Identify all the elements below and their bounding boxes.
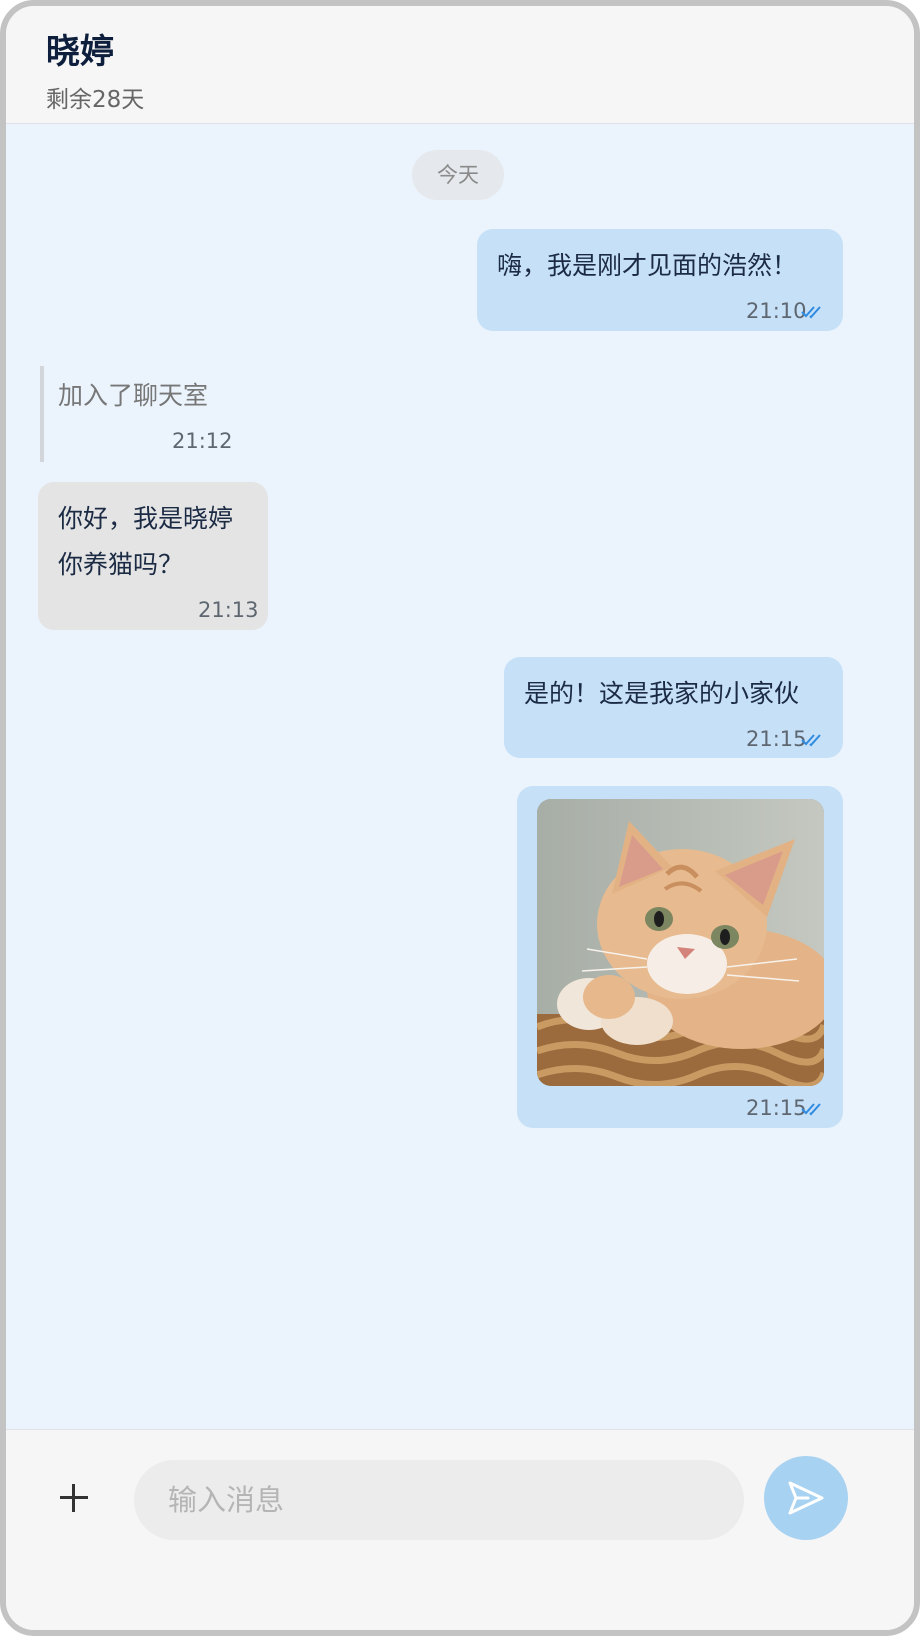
message-time: 21:10 [746, 299, 807, 323]
plus-icon[interactable] [58, 1482, 90, 1514]
outgoing-message[interactable]: 嗨，我是刚才见面的浩然！ 21:10 [477, 229, 843, 331]
message-text: 嗨，我是刚才见面的浩然！ [497, 251, 798, 280]
send-button[interactable] [764, 1456, 848, 1540]
outgoing-message[interactable]: 是的！这是我家的小家伙 21:15 [504, 657, 843, 758]
send-icon [788, 1481, 824, 1515]
message-time: 21:13 [198, 598, 259, 622]
remaining-days: 剩余28天 [46, 87, 145, 113]
chat-header: 晓婷 剩余28天 [6, 6, 914, 124]
contact-name: 晓婷 [46, 32, 114, 72]
system-message: 加入了聊天室 21:12 [40, 366, 244, 462]
message-text-line: 你养猫吗？ [58, 550, 184, 579]
double-check-icon [801, 1103, 821, 1116]
message-text-line: 你好，我是晓婷 [58, 504, 234, 533]
cat-photo[interactable] [537, 799, 824, 1086]
message-input[interactable] [134, 1460, 744, 1540]
message-composer [6, 1429, 914, 1630]
date-divider: 今天 [412, 150, 504, 200]
message-time: 21:12 [172, 429, 233, 453]
message-text: 是的！这是我家的小家伙 [524, 679, 800, 708]
chat-window: 晓婷 剩余28天 今天 嗨，我是刚才见面的浩然！ 21:10 加入了聊天室 21… [0, 0, 920, 1636]
incoming-message[interactable]: 你好，我是晓婷 你养猫吗？ 21:13 [38, 482, 268, 630]
double-check-icon [801, 734, 821, 747]
message-time: 21:15 [746, 1096, 807, 1120]
system-text: 加入了聊天室 [58, 381, 209, 410]
outgoing-image-message[interactable]: 21:15 [517, 786, 843, 1128]
double-check-icon [801, 306, 821, 319]
message-time: 21:15 [746, 727, 807, 751]
